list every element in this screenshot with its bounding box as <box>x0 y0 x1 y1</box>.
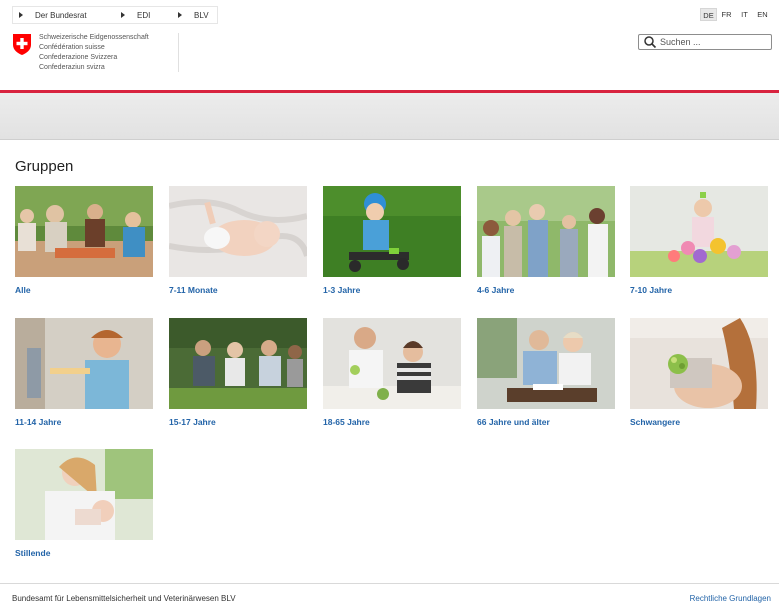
search-input[interactable] <box>660 37 760 47</box>
group-tile-66-jahre-und-aelter[interactable]: 66 Jahre und älter <box>477 318 615 427</box>
teenagers-outdoor-image <box>169 318 307 409</box>
page-title: Gruppen <box>15 158 74 175</box>
child-with-balloons-image <box>630 186 768 277</box>
group-label: Stillende <box>15 548 51 558</box>
breadcrumb-label: Der Bundesrat <box>35 10 87 20</box>
breastfeeding-mother-image <box>15 449 153 540</box>
group-tile-15-17-jahre[interactable]: 15-17 Jahre <box>169 318 307 427</box>
logo-line: Confederazione Svizzera <box>39 54 118 61</box>
group-label: 7-11 Monate <box>169 285 218 295</box>
children-group-image <box>477 186 615 277</box>
group-tile-11-14-jahre[interactable]: 11-14 Jahre <box>15 318 153 427</box>
group-tile-4-6-jahre[interactable]: 4-6 Jahre <box>477 186 615 295</box>
caret-right-icon <box>19 12 23 18</box>
group-label: 15-17 Jahre <box>169 417 216 427</box>
couple-cooking-image <box>323 318 461 409</box>
legal-basis-link[interactable]: Rechtliche Grundlagen <box>690 594 771 603</box>
group-label: 11-14 Jahre <box>15 417 62 427</box>
family-picnic-image <box>15 186 153 277</box>
senior-couple-image <box>477 318 615 409</box>
federal-logo[interactable]: Schweizerische Eidgenossenschaft Confédé… <box>12 33 149 73</box>
group-label: 7-10 Jahre <box>630 285 673 295</box>
caret-right-icon <box>121 12 125 18</box>
language-switcher: DE FR IT EN <box>699 8 771 21</box>
search-box[interactable] <box>638 34 772 50</box>
logo-divider <box>178 33 179 72</box>
group-label: 4-6 Jahre <box>477 285 515 295</box>
breadcrumb: Der Bundesrat EDI BLV <box>12 6 218 24</box>
lang-fr[interactable]: FR <box>718 8 735 21</box>
group-tile-alle[interactable]: Alle <box>15 186 153 295</box>
group-tile-1-3-jahre[interactable]: 1-3 Jahre <box>323 186 461 295</box>
logo-line: Schweizerische Eidgenossenschaft <box>39 34 149 41</box>
kid-with-snack-image <box>15 318 153 409</box>
footer: Bundesamt für Lebensmittelsicherheit und… <box>0 583 779 614</box>
lang-it[interactable]: IT <box>736 8 753 21</box>
pregnant-woman-image <box>630 318 768 409</box>
group-tile-7-11-monate[interactable]: 7-11 Monate <box>169 186 307 295</box>
breadcrumb-item-blv[interactable]: BLV <box>172 7 217 23</box>
swiss-shield-icon <box>13 34 31 55</box>
logo-line: Confédération suisse <box>39 44 105 51</box>
lang-de[interactable]: DE <box>700 8 717 21</box>
group-tile-18-65-jahre[interactable]: 18-65 Jahre <box>323 318 461 427</box>
breadcrumb-label: BLV <box>194 10 209 20</box>
search-icon <box>644 36 657 49</box>
logo-line: Confederaziun svizra <box>39 64 105 71</box>
lang-en[interactable]: EN <box>754 8 771 21</box>
top-bar: Der Bundesrat EDI BLV DE FR IT EN <box>0 0 779 28</box>
group-tile-7-10-jahre[interactable]: 7-10 Jahre <box>630 186 768 295</box>
baby-on-blanket-image <box>169 186 307 277</box>
breadcrumb-item-bundesrat[interactable]: Der Bundesrat <box>13 7 115 23</box>
toddler-on-bike-image <box>323 186 461 277</box>
group-label: 18-65 Jahre <box>323 417 370 427</box>
caret-right-icon <box>178 12 182 18</box>
logo-text: Schweizerische Eidgenossenschaft Confédé… <box>39 33 149 73</box>
group-tile-schwangere[interactable]: Schwangere <box>630 318 768 427</box>
main-navigation-bar <box>0 93 779 140</box>
group-tile-stillende[interactable]: Stillende <box>15 449 153 558</box>
breadcrumb-label: EDI <box>137 10 151 20</box>
footer-agency-name: Bundesamt für Lebensmittelsicherheit und… <box>12 594 236 603</box>
group-label: Alle <box>15 285 31 295</box>
breadcrumb-item-edi[interactable]: EDI <box>115 7 172 23</box>
group-label: 1-3 Jahre <box>323 285 361 295</box>
group-label: Schwangere <box>630 417 681 427</box>
group-label: 66 Jahre und älter <box>477 417 550 427</box>
